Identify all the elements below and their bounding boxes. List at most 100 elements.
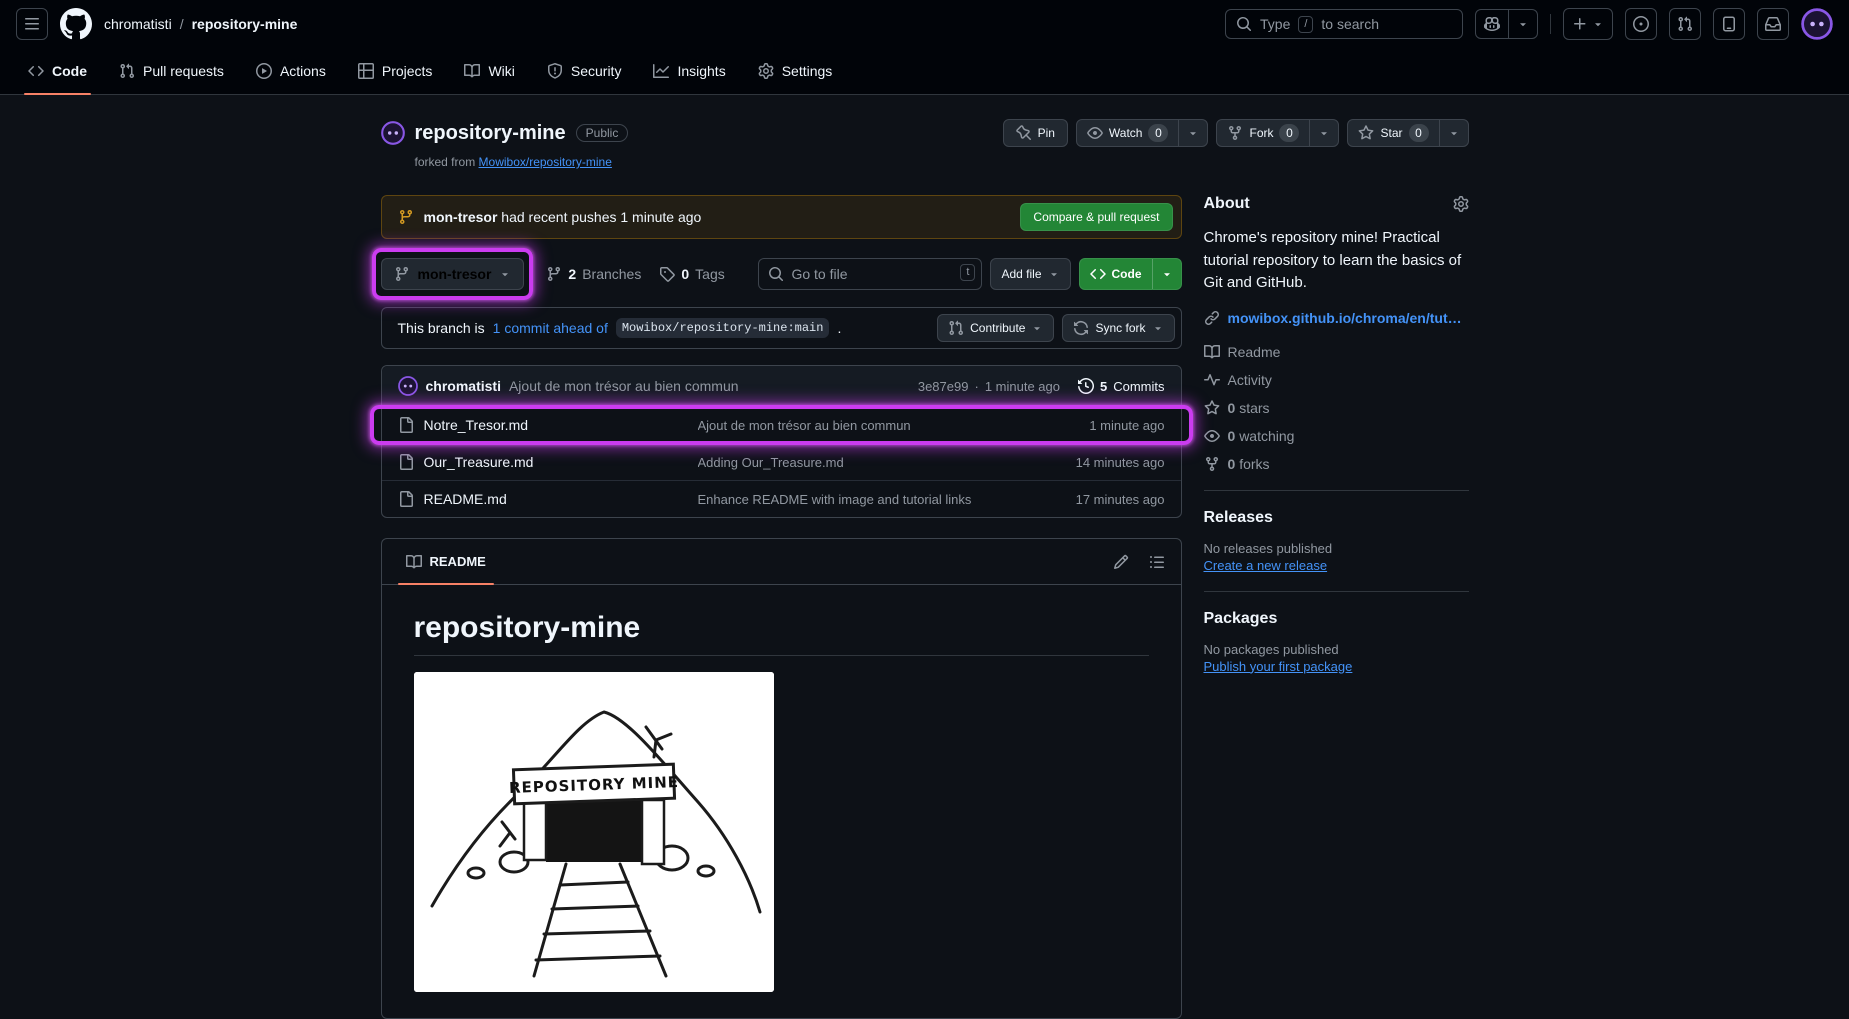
star-count: 0	[1408, 124, 1429, 142]
repository-mine-image[interactable]: REPOSITORY MINE	[413, 672, 774, 992]
commits-history-link[interactable]: 5 Commits	[1078, 378, 1165, 394]
activity-meta-link[interactable]: Activity	[1204, 372, 1469, 388]
repo-nav: Code Pull requests Actions Projects Wiki…	[0, 48, 1849, 95]
fork-menu-button[interactable]	[1309, 120, 1338, 146]
tab-readme[interactable]: README	[397, 539, 495, 585]
add-file-button[interactable]: Add file	[991, 259, 1069, 289]
about-title: About	[1203, 195, 1250, 212]
watching-meta-link[interactable]: 0 watching	[1204, 428, 1469, 444]
file-commit-time-link[interactable]: 14 minutes ago	[1015, 455, 1165, 470]
commit-author-link[interactable]: chromatisti	[426, 378, 501, 394]
fork-button[interactable]: Fork 0	[1217, 120, 1309, 146]
github-logo[interactable]	[60, 8, 92, 40]
forked-from-link[interactable]: Mowibox/repository-mine	[479, 155, 612, 169]
hamburger-menu-button[interactable]	[16, 8, 48, 40]
readme-header: README	[381, 539, 1181, 585]
publish-package-link[interactable]: Publish your first package	[1204, 659, 1353, 674]
file-commit-time-link[interactable]: 17 minutes ago	[1015, 492, 1165, 507]
commit-message-link[interactable]: Ajout de mon trésor au bien commun	[509, 378, 739, 394]
repo-title[interactable]: repository-mine	[415, 122, 566, 145]
pin-button[interactable]: Pin	[1002, 119, 1068, 147]
code-icon	[28, 63, 44, 79]
commit-sha-link[interactable]: 3e87e99	[918, 379, 969, 394]
contribute-button[interactable]: Contribute	[938, 315, 1053, 341]
repo-meta-list: Readme Activity 0 stars 0 watching 0 for…	[1204, 344, 1469, 472]
file-commit-message-link[interactable]: Adding Our_Treasure.md	[698, 455, 1015, 470]
tab-insights[interactable]: Insights	[641, 48, 737, 94]
upstream-ref: Mowibox/repository-mine:main	[615, 318, 830, 338]
readme-meta-link[interactable]: Readme	[1204, 344, 1469, 360]
copilot-icon	[1484, 16, 1500, 32]
stars-meta-link[interactable]: 0 stars	[1204, 400, 1469, 416]
watch-button-group: Watch 0	[1075, 119, 1209, 147]
tab-settings[interactable]: Settings	[746, 48, 845, 94]
sync-fork-button[interactable]: Sync fork	[1063, 315, 1173, 341]
chevron-down-icon	[1161, 268, 1173, 280]
repo-actions: Pin Watch 0 Fork 0 Star 0	[1002, 119, 1469, 147]
issues-icon-button[interactable]	[1625, 8, 1657, 40]
pencil-icon	[1113, 554, 1129, 570]
tags-link[interactable]: 0 Tags	[659, 266, 725, 282]
tab-wiki[interactable]: Wiki	[452, 48, 526, 94]
pulse-icon	[1204, 372, 1220, 388]
tab-code[interactable]: Code	[16, 48, 99, 95]
add-file-button-group: Add file	[990, 258, 1071, 290]
status-actions: Contribute Sync fork	[937, 314, 1175, 342]
packages-title: Packages	[1203, 609, 1278, 627]
pull-requests-icon-button[interactable]	[1669, 8, 1701, 40]
inbox-icon	[1765, 16, 1781, 32]
star-button[interactable]: Star 0	[1348, 120, 1438, 146]
branch-selector[interactable]: mon-tresor	[380, 258, 525, 290]
issue-opened-icon	[1633, 16, 1649, 32]
create-release-link[interactable]: Create a new release	[1204, 558, 1328, 573]
go-to-file-input[interactable]	[758, 258, 983, 290]
code-menu-button[interactable]	[1151, 259, 1181, 289]
fork-button-group: Fork 0	[1216, 119, 1340, 147]
notifications-inbox-button[interactable]	[1757, 8, 1789, 40]
about-settings-gear-icon[interactable]	[1453, 196, 1469, 212]
file-link[interactable]: Notre_Tresor.md	[424, 417, 529, 433]
outline-button[interactable]	[1141, 546, 1173, 578]
file-icon	[398, 454, 414, 470]
commit-time-link[interactable]: 1 minute ago	[985, 379, 1060, 394]
global-search-input[interactable]: Type / to search	[1225, 9, 1463, 39]
tab-actions[interactable]: Actions	[244, 48, 338, 94]
file-link[interactable]: README.md	[424, 491, 507, 507]
user-avatar[interactable]	[1801, 8, 1833, 40]
sync-fork-button-group: Sync fork	[1062, 314, 1175, 342]
file-commit-time-link[interactable]: 1 minute ago	[1015, 418, 1164, 433]
star-menu-button[interactable]	[1438, 120, 1468, 146]
chevron-down-icon	[1187, 127, 1199, 139]
repo-header: repository-mine Public Pin Watch 0 Fork …	[381, 115, 1469, 151]
edit-readme-button[interactable]	[1105, 546, 1137, 578]
copilot-menu-button[interactable]	[1508, 10, 1537, 38]
book-icon	[1204, 344, 1220, 360]
compare-pull-request-button[interactable]: Compare & pull request	[1020, 203, 1173, 231]
watch-button[interactable]: Watch 0	[1077, 120, 1179, 146]
link-icon	[1204, 310, 1220, 326]
tab-pull-requests[interactable]: Pull requests	[107, 48, 236, 94]
git-pull-request-icon	[948, 320, 964, 336]
code-download-button[interactable]: Code	[1080, 259, 1152, 289]
recent-push-banner: mon-tresor had recent pushes 1 minute ag…	[380, 195, 1182, 239]
code-toolbar: mon-tresor 2 Branches 0 Tags Go to file …	[371, 248, 1182, 300]
file-commit-message-link[interactable]: Enhance README with image and tutorial l…	[698, 492, 1015, 507]
breadcrumb-owner[interactable]: chromatisti	[104, 16, 172, 32]
copilot-button[interactable]	[1476, 10, 1508, 38]
forks-meta-link[interactable]: 0 forks	[1204, 456, 1469, 472]
file-link[interactable]: Our_Treasure.md	[424, 454, 534, 470]
breadcrumb-repo[interactable]: repository-mine	[192, 16, 298, 32]
website-row: mowibox.github.io/chroma/en/tutori…	[1204, 310, 1469, 326]
file-commit-message-link[interactable]: Ajout de mon trésor au bien commun	[698, 418, 1015, 433]
watch-menu-button[interactable]	[1178, 120, 1207, 146]
create-new-button[interactable]	[1563, 8, 1613, 40]
graph-icon	[653, 63, 669, 79]
tab-security[interactable]: Security	[535, 48, 634, 94]
commits-ahead-link[interactable]: 1 commit ahead of	[493, 320, 608, 336]
devices-icon-button[interactable]	[1713, 8, 1745, 40]
tab-projects[interactable]: Projects	[346, 48, 445, 94]
eye-icon	[1087, 125, 1103, 141]
chevron-down-icon	[1031, 322, 1043, 334]
branches-link[interactable]: 2 Branches	[546, 266, 641, 282]
website-link[interactable]: mowibox.github.io/chroma/en/tutori…	[1228, 310, 1469, 326]
